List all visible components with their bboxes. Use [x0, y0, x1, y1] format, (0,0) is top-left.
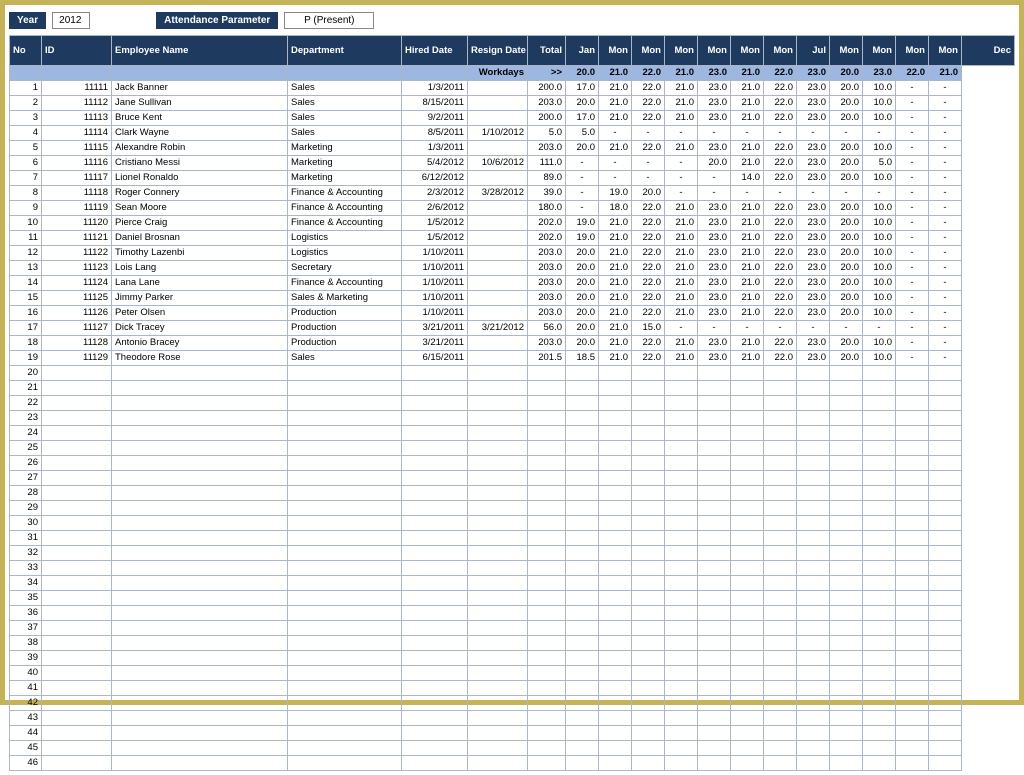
table-row[interactable]: 21 — [10, 381, 1015, 396]
col-header[interactable]: Mon — [599, 36, 632, 66]
table-row[interactable]: 1611126Peter OlsenProduction1/10/2011203… — [10, 306, 1015, 321]
table-row[interactable]: 40 — [10, 666, 1015, 681]
table-row[interactable]: 46 — [10, 756, 1015, 771]
table-row[interactable]: 811118Roger ConneryFinance & Accounting2… — [10, 186, 1015, 201]
col-header[interactable]: ID — [42, 36, 112, 66]
col-header[interactable]: Mon — [830, 36, 863, 66]
table-row[interactable]: 511115Alexandre RobinMarketing1/3/201120… — [10, 141, 1015, 156]
table-row[interactable]: 1411124Lana LaneFinance & Accounting1/10… — [10, 276, 1015, 291]
table-row[interactable]: 611116Cristiano MessiMarketing5/4/201210… — [10, 156, 1015, 171]
table-row[interactable]: 32 — [10, 546, 1015, 561]
table-row[interactable]: 1911129Theodore RoseSales6/15/2011201.51… — [10, 351, 1015, 366]
col-header[interactable]: No — [10, 36, 42, 66]
table-row[interactable]: 30 — [10, 516, 1015, 531]
col-header[interactable]: Mon — [731, 36, 764, 66]
table-row[interactable]: 45 — [10, 741, 1015, 756]
col-header[interactable]: Mon — [929, 36, 962, 66]
table-row[interactable]: 911119Sean MooreFinance & Accounting2/6/… — [10, 201, 1015, 216]
year-label: Year — [9, 12, 46, 29]
col-header[interactable]: Mon — [863, 36, 896, 66]
table-row[interactable]: 23 — [10, 411, 1015, 426]
col-header[interactable]: Mon — [764, 36, 797, 66]
table-row[interactable]: 36 — [10, 606, 1015, 621]
table-row[interactable]: 1511125Jimmy ParkerSales & Marketing1/10… — [10, 291, 1015, 306]
table-row[interactable]: 1111121Daniel BrosnanLogistics1/5/201220… — [10, 231, 1015, 246]
table-row[interactable]: 22 — [10, 396, 1015, 411]
col-header[interactable]: Mon — [698, 36, 731, 66]
col-header[interactable]: Total — [528, 36, 566, 66]
attendance-table: NoIDEmployee NameDepartmentHired DateRes… — [9, 35, 1015, 771]
table-row[interactable]: 38 — [10, 636, 1015, 651]
col-header[interactable]: Hired Date — [402, 36, 468, 66]
table-row[interactable]: 39 — [10, 651, 1015, 666]
year-value[interactable]: 2012 — [52, 12, 90, 29]
col-header[interactable]: Mon — [665, 36, 698, 66]
col-header[interactable]: Resign Date — [468, 36, 528, 66]
col-header[interactable]: Jul — [797, 36, 830, 66]
workdays-arrow-icon: >> — [528, 66, 566, 81]
table-row[interactable]: 42 — [10, 696, 1015, 711]
table-row[interactable]: 1711127Dick TraceyProduction3/21/20113/2… — [10, 321, 1015, 336]
table-row[interactable]: 41 — [10, 681, 1015, 696]
col-header[interactable]: Dec — [962, 36, 1015, 66]
table-row[interactable]: 311113Bruce KentSales9/2/2011200.017.021… — [10, 111, 1015, 126]
table-row[interactable]: 411114Clark WayneSales8/5/20111/10/20125… — [10, 126, 1015, 141]
table-row[interactable]: 211112Jane SullivanSales8/15/2011203.020… — [10, 96, 1015, 111]
table-row[interactable]: 43 — [10, 711, 1015, 726]
table-row[interactable]: 26 — [10, 456, 1015, 471]
attendance-value[interactable]: P (Present) — [284, 12, 374, 29]
table-row[interactable]: 31 — [10, 531, 1015, 546]
col-header[interactable]: Mon — [632, 36, 665, 66]
col-header[interactable]: Jan — [566, 36, 599, 66]
col-header[interactable]: Mon — [896, 36, 929, 66]
table-row[interactable]: 34 — [10, 576, 1015, 591]
table-row[interactable]: 29 — [10, 501, 1015, 516]
table-row[interactable]: 24 — [10, 426, 1015, 441]
table-row[interactable]: 1011120Pierce CraigFinance & Accounting1… — [10, 216, 1015, 231]
table-row[interactable]: 111111Jack BannerSales1/3/2011200.017.02… — [10, 81, 1015, 96]
table-row[interactable]: 1311123Lois LangSecretary1/10/2011203.02… — [10, 261, 1015, 276]
attendance-label: Attendance Parameter — [156, 12, 278, 29]
workdays-label: Workdays — [468, 66, 528, 81]
table-row[interactable]: 1211122Timothy LazenbiLogistics1/10/2011… — [10, 246, 1015, 261]
table-row[interactable]: 711117Lionel RonaldoMarketing6/12/201289… — [10, 171, 1015, 186]
table-row[interactable]: 25 — [10, 441, 1015, 456]
table-row[interactable]: 44 — [10, 726, 1015, 741]
table-row[interactable]: 20 — [10, 366, 1015, 381]
table-header: NoIDEmployee NameDepartmentHired DateRes… — [10, 36, 1015, 66]
table-row[interactable]: 33 — [10, 561, 1015, 576]
table-row[interactable]: 35 — [10, 591, 1015, 606]
table-row[interactable]: 27 — [10, 471, 1015, 486]
table-row[interactable]: 37 — [10, 621, 1015, 636]
table-body: Workdays>>20.021.022.021.023.021.022.023… — [10, 66, 1015, 771]
workdays-row: Workdays>>20.021.022.021.023.021.022.023… — [10, 66, 1015, 81]
col-header[interactable]: Department — [288, 36, 402, 66]
table-row[interactable]: 28 — [10, 486, 1015, 501]
top-controls: Year 2012 Attendance Parameter P (Presen… — [9, 9, 1015, 31]
table-row[interactable]: 1811128Antonio BraceyProduction3/21/2011… — [10, 336, 1015, 351]
col-header[interactable]: Employee Name — [112, 36, 288, 66]
